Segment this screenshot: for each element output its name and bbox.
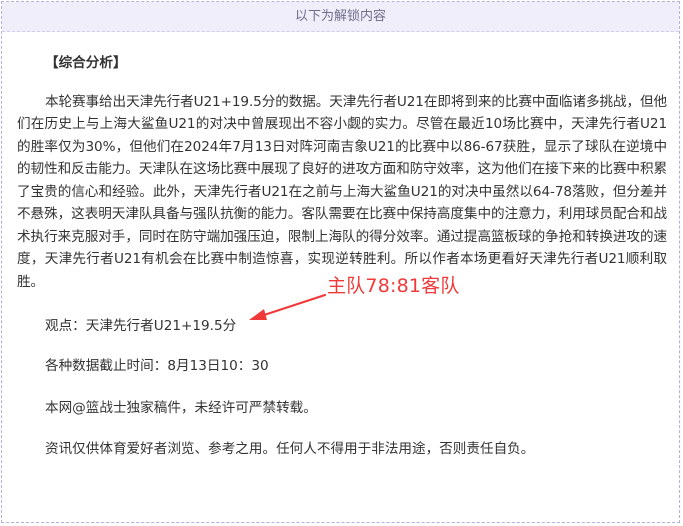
viewpoint-line: 观点：天津先行者U21+19.5分 [45, 318, 237, 334]
disclaimer-notice: 资讯仅供体育爱好者浏览、参考之用。任何人不得用于非法用途，否则责任自负。 [45, 441, 535, 457]
data-deadline-line: 各种数据截止时间：8月13日10：30 [45, 358, 269, 374]
score-annotation: 主队78:81客队 [327, 275, 460, 297]
article-body: 【综合分析】 本轮赛事给出天津先行者U21+19.5分的数据。天津先行者U21在… [17, 44, 667, 457]
unlock-header: 以下为解锁内容 [2, 2, 679, 32]
unlocked-content-card: 以下为解锁内容 【综合分析】 本轮赛事给出天津先行者U21+19.5分的数据。天… [1, 1, 680, 523]
analysis-paragraph: 本轮赛事给出天津先行者U21+19.5分的数据。天津先行者U21在即将到来的比赛… [17, 93, 667, 290]
section-title: 【综合分析】 [45, 55, 127, 71]
copyright-notice: 本网@篮战士独家稿件，未经许可严禁转载。 [45, 400, 317, 416]
annotation-arrow-icon [249, 293, 327, 320]
unlock-header-title: 以下为解锁内容 [294, 9, 386, 24]
